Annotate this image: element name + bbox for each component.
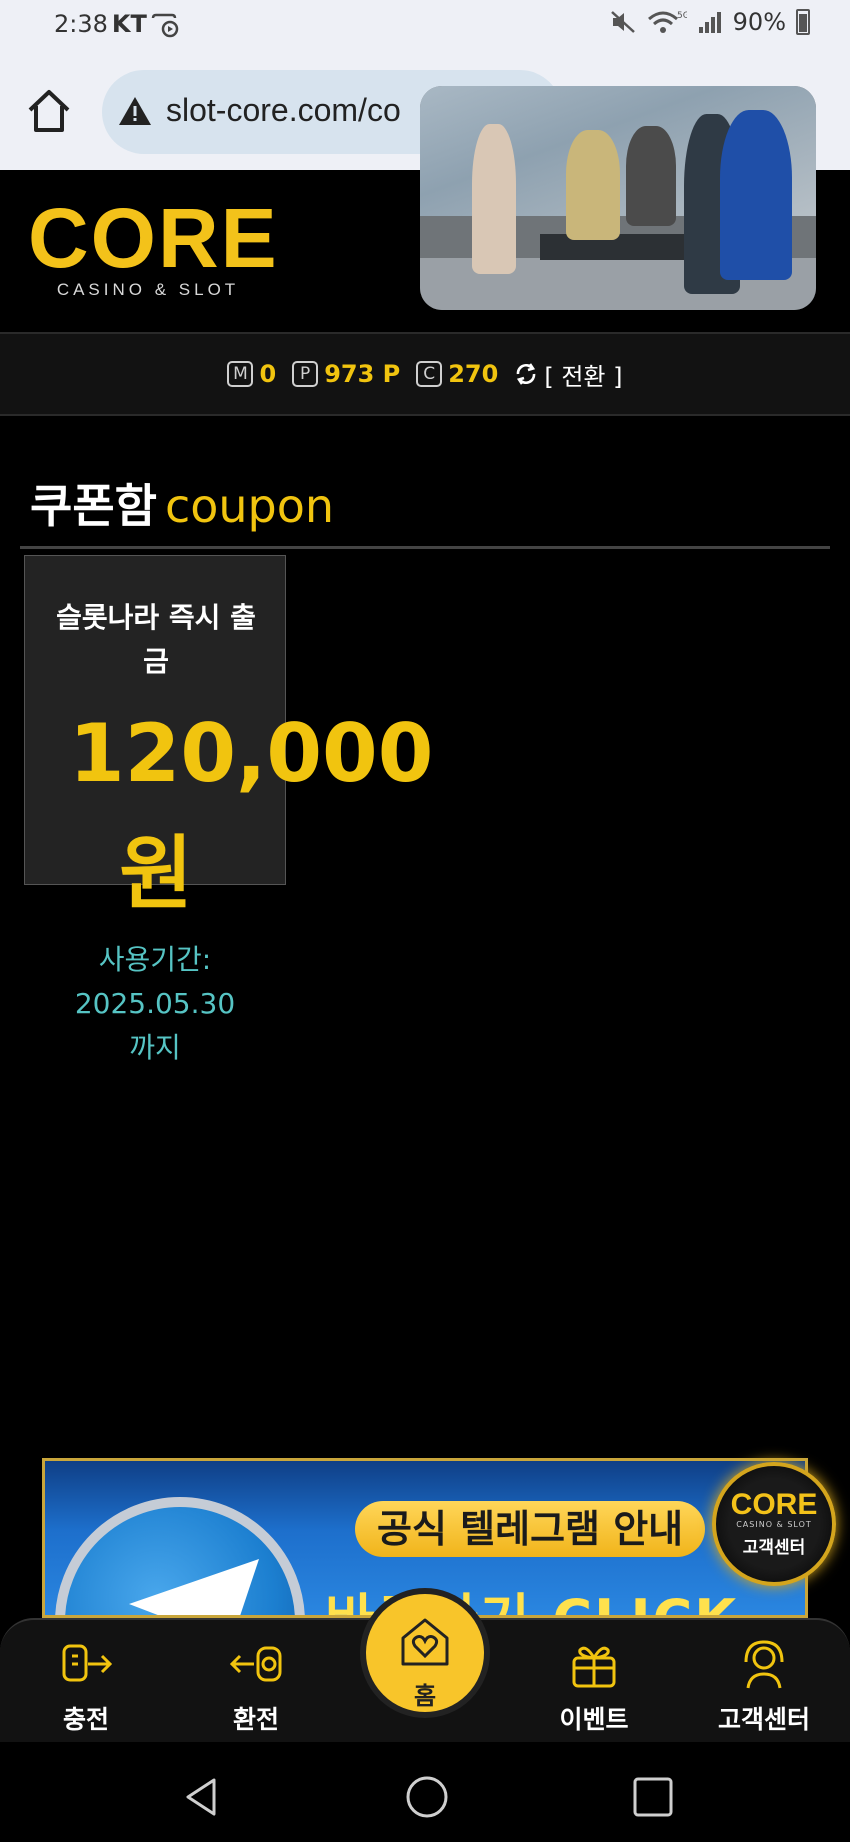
browser-home-icon[interactable] xyxy=(24,86,74,136)
refresh-icon xyxy=(517,363,536,385)
balance-bar: M 0 P 973 P C 270 [ 전환 ] xyxy=(0,332,850,416)
battery-icon xyxy=(796,9,810,35)
nav-event-label: 이벤트 xyxy=(559,1705,629,1734)
video-person xyxy=(626,126,676,226)
expiry-date: 2025.05.30 xyxy=(74,987,236,1020)
site-logo[interactable]: CORE CASINO & SLOT xyxy=(28,191,284,299)
expiry-suffix: 까지 xyxy=(129,1031,181,1064)
telegram-logo xyxy=(55,1497,305,1615)
logo-subtitle: CASINO & SLOT xyxy=(56,280,240,299)
status-clock: 2:38 xyxy=(54,10,108,38)
title-divider xyxy=(20,546,830,549)
nav-event[interactable]: 이벤트 xyxy=(534,1638,654,1736)
money-value: 0 xyxy=(259,360,277,388)
wifi-5g-icon: 5G xyxy=(647,11,687,33)
home-circle-icon[interactable] xyxy=(402,1772,452,1822)
page-title-en: coupon xyxy=(164,479,335,533)
money-balance: M 0 xyxy=(227,360,276,388)
nav-charge-label: 충전 xyxy=(62,1705,109,1734)
point-badge-icon: P xyxy=(292,361,319,387)
page-title-ko: 쿠폰함 xyxy=(30,479,157,533)
video-person xyxy=(566,130,620,240)
status-right-group: 5G 90% xyxy=(609,8,810,36)
screen-record-icon xyxy=(151,13,179,38)
coupon-currency-unit: 원 xyxy=(119,827,193,920)
coin-badge-icon: C xyxy=(416,361,443,387)
video-person xyxy=(472,124,516,274)
mute-icon xyxy=(610,11,635,33)
logo-word: CORE xyxy=(28,191,279,285)
back-icon[interactable] xyxy=(178,1772,228,1822)
customer-center-float-button[interactable]: CORE CASINO & SLOT 고객센터 xyxy=(712,1462,836,1586)
telegram-icon xyxy=(129,1559,259,1615)
nav-home[interactable]: 홈 xyxy=(360,1588,490,1718)
system-nav-bar xyxy=(0,1742,850,1842)
coupon-name: 슬롯나라 즉시 출금 xyxy=(56,601,256,678)
charge-icon xyxy=(62,1644,113,1682)
nav-home-label: 홈 xyxy=(413,1682,437,1710)
recents-icon[interactable] xyxy=(628,1772,678,1822)
cs-logo-sub: CASINO & SLOT xyxy=(736,1520,812,1529)
status-carrier: KT xyxy=(111,10,147,38)
banner-title: 공식 텔레그램 안내 xyxy=(355,1501,706,1557)
cs-logo: CORE xyxy=(730,1488,818,1521)
nav-support[interactable]: 고객센터 xyxy=(704,1638,824,1736)
coupon-card[interactable]: 슬롯나라 즉시 출금 120,000 원 xyxy=(24,555,433,920)
switch-button[interactable]: [ 전환 ] xyxy=(514,357,623,392)
coupon-expiry: 사용기간: 2025.05.30 까지 xyxy=(24,938,286,1070)
home-heart-icon xyxy=(401,1618,449,1666)
exchange-icon xyxy=(229,1646,282,1682)
coin-balance: C 270 xyxy=(416,360,498,388)
gift-icon xyxy=(572,1646,616,1688)
video-person xyxy=(720,110,792,280)
point-value: 973 P xyxy=(324,360,401,388)
nav-support-label: 고객센터 xyxy=(717,1705,810,1734)
money-badge-icon: M xyxy=(227,361,254,387)
cs-label: 고객센터 xyxy=(742,1538,806,1558)
nav-charge[interactable]: 충전 xyxy=(26,1638,146,1736)
headset-icon xyxy=(744,1640,784,1689)
page-title: 쿠폰함 coupon xyxy=(30,470,334,536)
signal-icon xyxy=(698,12,721,33)
nav-exchange-label: 환전 xyxy=(232,1705,279,1734)
expiry-label: 사용기간: xyxy=(98,943,212,976)
status-bar: 2:38 KT 5G 90% xyxy=(0,0,850,52)
battery-percent: 90% xyxy=(732,8,786,36)
nav-exchange[interactable]: 환전 xyxy=(196,1638,316,1736)
status-time: 2:38 KT xyxy=(54,10,147,38)
floating-video-player[interactable] xyxy=(420,86,816,310)
point-balance: P 973 P xyxy=(292,360,400,388)
coin-value: 270 xyxy=(448,360,499,388)
warning-icon[interactable] xyxy=(118,95,152,127)
url-text: slot-core.com/co xyxy=(166,92,401,128)
network-type: 5G xyxy=(677,11,687,21)
switch-label: [ 전환 ] xyxy=(544,362,623,391)
coupon-amount: 120,000 xyxy=(69,707,434,800)
bottom-nav: 충전 환전 홈 이벤트 고객센터 xyxy=(0,1588,850,1742)
